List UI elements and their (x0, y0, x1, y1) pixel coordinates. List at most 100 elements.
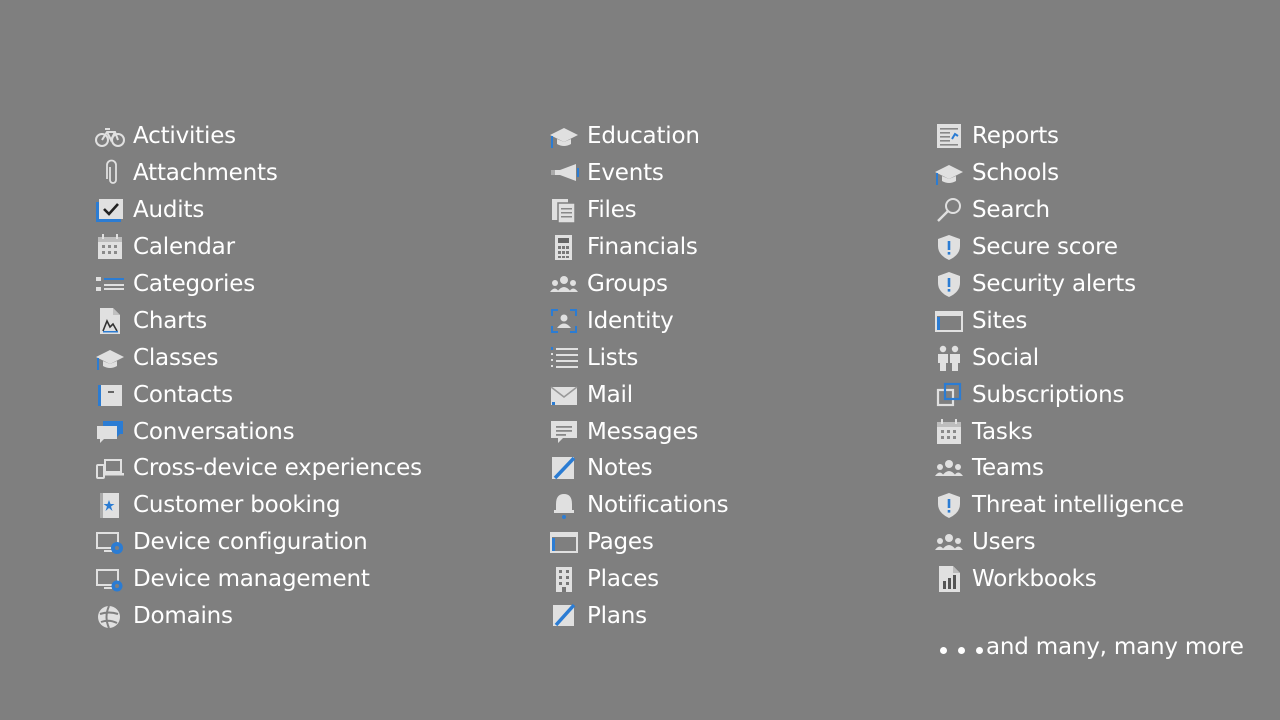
feature-item-secure-score: Secure score (934, 229, 1184, 266)
feature-item-plans: Plans (549, 598, 728, 635)
browser-page-icon (549, 528, 579, 556)
feature-label: Lists (587, 344, 639, 371)
feature-item-places: Places (549, 561, 728, 598)
feature-label: Notifications (587, 492, 729, 519)
categories-list-icon (95, 270, 125, 298)
feature-label: Domains (133, 603, 233, 630)
note-pen-icon (549, 454, 579, 482)
device-manage-icon (95, 565, 125, 593)
graduation-cap-icon (549, 122, 579, 150)
more-note: and many, many more (940, 634, 1244, 660)
feature-label: Reports (972, 123, 1059, 150)
feature-item-attachments: Attachments (95, 155, 422, 192)
feature-label: Workbooks (972, 566, 1097, 593)
building-icon (549, 565, 579, 593)
feature-label: Conversations (133, 418, 295, 445)
feature-item-pages: Pages (549, 524, 728, 561)
feature-label: Users (972, 529, 1036, 556)
feature-item-conversations: Conversations (95, 413, 422, 450)
two-people-icon (934, 344, 964, 372)
megaphone-icon (549, 159, 579, 187)
devices-icon (95, 454, 125, 482)
feature-label: Calendar (133, 234, 235, 261)
chart-document-icon (95, 307, 125, 335)
feature-label: Charts (133, 307, 207, 334)
workbook-chart-icon (934, 565, 964, 593)
feature-item-lists: Lists (549, 339, 728, 376)
feature-item-security-alerts: Security alerts (934, 266, 1184, 303)
graduation-cap-icon (934, 159, 964, 187)
feature-label: Mail (587, 381, 633, 408)
feature-item-threat-intelligence: Threat intelligence (934, 487, 1184, 524)
calendar-icon (934, 418, 964, 446)
shield-alert-icon (934, 270, 964, 298)
paperclip-icon (95, 159, 125, 187)
device-gear-icon (95, 528, 125, 556)
feature-item-education: Education (549, 118, 728, 155)
feature-item-search: Search (934, 192, 1184, 229)
feature-item-groups: Groups (549, 266, 728, 303)
column-1: Activities Attachments Audits Calendar Categ… (95, 118, 422, 634)
feature-item-tasks: Tasks (934, 413, 1184, 450)
feature-label: Teams (972, 455, 1044, 482)
feature-label: Places (587, 566, 659, 593)
feature-item-files: Files (549, 192, 728, 229)
feature-label: Notes (587, 455, 653, 482)
feature-label: Messages (587, 418, 699, 445)
booking-book-icon (95, 491, 125, 519)
feature-item-contacts: Contacts (95, 376, 422, 413)
globe-icon (95, 602, 125, 630)
feature-item-mail: Mail (549, 376, 728, 413)
feature-item-device-management: Device management (95, 561, 422, 598)
feature-item-identity: Identity (549, 302, 728, 339)
feature-item-messages: Messages (549, 413, 728, 450)
feature-label: Customer booking (133, 492, 341, 519)
feature-item-charts: Charts (95, 302, 422, 339)
feature-label: Tasks (972, 418, 1033, 445)
feature-item-device-configuration: Device configuration (95, 524, 422, 561)
feature-item-calendar: Calendar (95, 229, 422, 266)
calendar-icon (95, 233, 125, 261)
feature-item-activities: Activities (95, 118, 422, 155)
bulleted-list-icon (549, 344, 579, 372)
plan-pen-icon (549, 602, 579, 630)
feature-label: Threat intelligence (972, 492, 1184, 519)
contact-card-icon (95, 381, 125, 409)
chat-bubbles-icon (95, 418, 125, 446)
feature-label: Sites (972, 307, 1028, 334)
feature-label: Activities (133, 123, 236, 150)
feature-label: Device management (133, 566, 370, 593)
column-3: Reports Schools Search Secure score Security… (934, 118, 1184, 598)
bell-icon (549, 491, 579, 520)
files-icon (549, 196, 579, 224)
feature-item-users: Users (934, 524, 1184, 561)
feature-label: Cross-device experiences (133, 455, 422, 482)
feature-item-sites: Sites (934, 302, 1184, 339)
message-bubble-icon (549, 418, 579, 446)
bicycle-icon (95, 122, 125, 150)
feature-label: Subscriptions (972, 381, 1125, 408)
envelope-icon (549, 381, 579, 409)
feature-item-audits: Audits (95, 192, 422, 229)
people-group-icon (549, 270, 579, 298)
feature-item-schools: Schools (934, 155, 1184, 192)
shield-alert-icon (934, 233, 964, 261)
feature-label: Classes (133, 344, 219, 371)
feature-item-notes: Notes (549, 450, 728, 487)
magnifier-icon (934, 196, 964, 224)
feature-label: Plans (587, 603, 647, 630)
feature-item-classes: Classes (95, 339, 422, 376)
feature-label: Financials (587, 234, 698, 261)
more-text: and many, many more (986, 634, 1244, 660)
feature-item-social: Social (934, 339, 1184, 376)
feature-label: Files (587, 197, 637, 224)
feature-label: Categories (133, 271, 255, 297)
graduation-cap-icon (95, 344, 125, 372)
feature-item-domains: Domains (95, 598, 422, 635)
feature-item-subscriptions: Subscriptions (934, 376, 1184, 413)
feature-item-notifications: Notifications (549, 487, 729, 524)
ellipsis-dots-icon (940, 641, 983, 654)
people-group-icon (934, 454, 964, 482)
feature-label: Education (587, 123, 700, 150)
feature-label: Audits (133, 197, 205, 224)
